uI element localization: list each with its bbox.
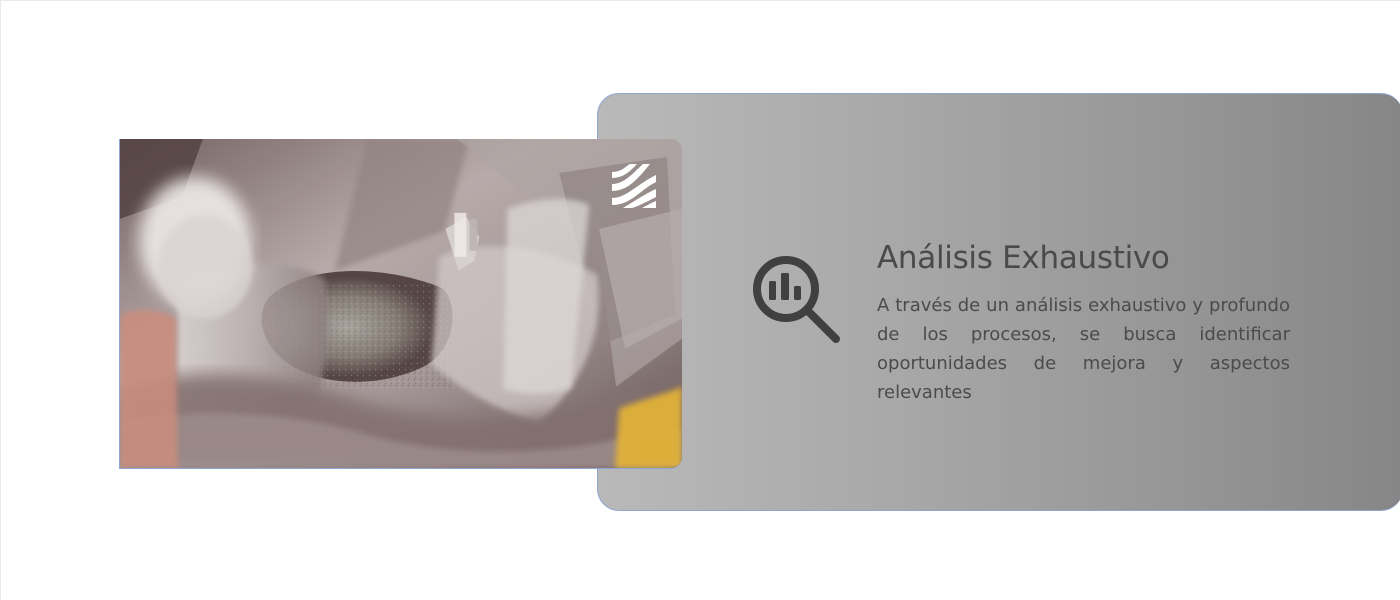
section-description: A través de un análisis exhaustivo y pro… (877, 294, 1290, 403)
striped-logo-icon (612, 164, 656, 208)
construction-photo-card (119, 139, 682, 469)
construction-chute-image (120, 139, 682, 468)
slide-stage: Análisis Exhaustivo A través de un análi… (0, 0, 1400, 600)
magnifier-bar-chart-icon (748, 251, 844, 347)
content-block: Análisis Exhaustivo A través de un análi… (877, 240, 1290, 407)
section-title: Análisis Exhaustivo (877, 240, 1170, 276)
